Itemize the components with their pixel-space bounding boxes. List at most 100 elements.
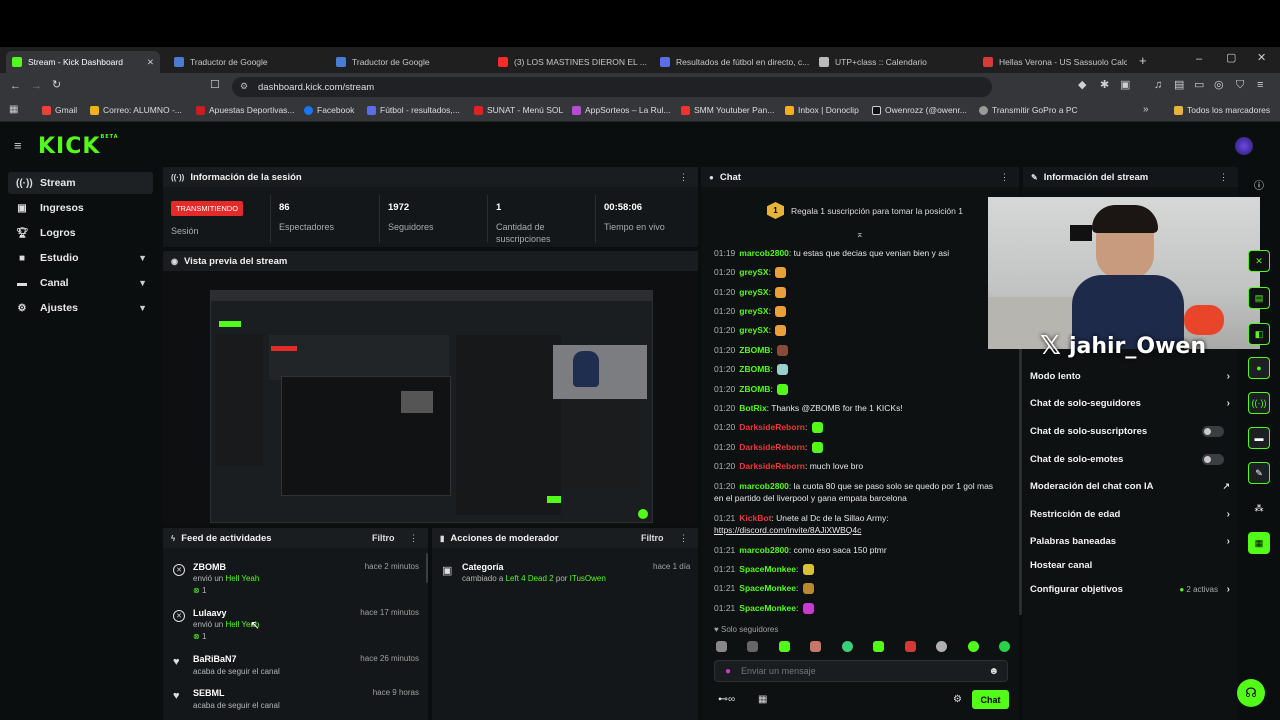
share-rail-icon[interactable]: ⁂ (1248, 497, 1270, 519)
tab-utp-class[interactable]: UTP+class :: Calendario (813, 51, 968, 73)
moderator-filter-button[interactable]: Filtro (641, 533, 664, 543)
hamburger-menu-icon[interactable]: ≡ (14, 139, 22, 152)
chat-input[interactable] (741, 666, 962, 676)
tab-hellas-verona[interactable]: Hellas Verona - US Sassuolo Calcio (977, 51, 1127, 73)
extension-icon[interactable]: ◆ (1078, 80, 1086, 91)
vpn-icon[interactable]: ◎ (1214, 80, 1224, 91)
minimize-icon[interactable]: – (1196, 54, 1202, 65)
close-tab-icon[interactable]: ✕ (147, 57, 154, 68)
emote[interactable] (747, 640, 759, 652)
tab-kick-dashboard[interactable]: Stream - Kick Dashboard ✕ (6, 51, 160, 73)
chat-username[interactable]: BotRix (739, 403, 766, 413)
chat-rail-icon[interactable]: ● (1248, 357, 1270, 379)
moderator-rail-icon[interactable]: ▬ (1248, 427, 1270, 449)
maximize-icon[interactable]: ▢ (1226, 53, 1236, 64)
broadcast-rail-icon[interactable]: ((·)) (1248, 392, 1270, 414)
chat-username[interactable]: marcob2800 (739, 545, 789, 555)
nav-item-logros[interactable]: 🏆︎ Logros (8, 222, 153, 244)
chat-username[interactable]: KickBot (739, 513, 771, 523)
bookmark-gopro[interactable]: Transmitir GoPro a PC (979, 105, 1078, 115)
chat-username[interactable]: greySX (739, 287, 768, 297)
microphone-icon[interactable]: ● (725, 666, 731, 677)
puzzle-icon[interactable]: ✱ (1100, 80, 1109, 91)
help-button[interactable]: ☊ (1237, 679, 1265, 707)
send-chat-button[interactable]: Chat (972, 690, 1009, 709)
setting-slow-mode[interactable]: Modo lento › (1030, 371, 1230, 382)
wallet-icon[interactable]: ▭ (1194, 80, 1204, 91)
nav-item-canal[interactable]: ▬ Canal ▼ (8, 272, 153, 294)
menu-icon[interactable]: ≡ (1257, 80, 1263, 91)
chat-link[interactable]: https://discord.com/invite/8AJiXWBQ4c (714, 525, 861, 535)
bookmark-icon[interactable]: ☐ (210, 80, 220, 91)
bookmark-apuestas[interactable]: Apuestas Deportivas... (196, 105, 295, 115)
activity-user[interactable]: SEBML (193, 688, 225, 698)
chat-username[interactable]: greySX (739, 306, 768, 316)
bookmark-donoclip[interactable]: Inbox | Donoclip (785, 105, 859, 115)
emote[interactable] (716, 640, 727, 652)
sidebar-icon[interactable]: ▤ (1174, 80, 1184, 91)
bookmark-smm[interactable]: SMM Youtuber Pan... (681, 105, 774, 115)
chat-username[interactable]: ZBOMB (739, 364, 770, 374)
address-bar[interactable]: ⚙ dashboard.kick.com/stream (232, 77, 992, 97)
chat-username[interactable]: marcob2800 (739, 481, 789, 491)
emote[interactable] (904, 640, 916, 652)
tab-futbol[interactable]: Resultados de fútbol en directo, c... (654, 51, 809, 73)
activity-user[interactable]: BaRiBaN7 (193, 654, 237, 664)
activity-user[interactable]: Lulaavy (193, 608, 227, 618)
bookmark-futbol[interactable]: Fútbol - resultados,... (367, 105, 460, 115)
chat-username[interactable]: SpaceMonkee (739, 603, 796, 613)
chat-username[interactable]: SpaceMonkee (739, 564, 796, 574)
apps-grid-icon[interactable]: ▦ (9, 105, 18, 115)
more-bookmarks-icon[interactable]: » (1143, 105, 1149, 115)
chat-username[interactable]: DarksideReborn (739, 442, 805, 452)
gift-icon[interactable]: ▦ (758, 694, 767, 705)
bookmark-tiktok[interactable]: Owenrozz (@owenr... (872, 105, 967, 115)
nav-item-estudio[interactable]: ■ Estudio ▼ (8, 247, 153, 269)
tab-translator-2[interactable]: Traductor de Google (330, 51, 490, 73)
chat-input-box[interactable]: ● ☻ (714, 660, 1008, 682)
stream-preview-video[interactable] (210, 290, 653, 523)
emote[interactable] (810, 640, 822, 652)
forward-icon[interactable]: → (31, 81, 42, 92)
chat-users-icon[interactable]: ⊷∞ (718, 694, 735, 705)
reload-icon[interactable]: ↻ (52, 80, 61, 91)
emote[interactable] (841, 640, 853, 652)
shield-icon[interactable]: ⛉ (1236, 80, 1244, 91)
subscribers-only-toggle[interactable] (1202, 426, 1224, 437)
wrench-rail-icon[interactable]: ✎ (1248, 462, 1270, 484)
chat-username[interactable]: greySX (739, 267, 768, 277)
bookmark-appsorteos[interactable]: AppSorteos – La Rul... (572, 105, 671, 115)
gift-sub-banner[interactable]: Regala 1 suscripción para tomar la posic… (791, 206, 963, 216)
chat-username[interactable]: ZBOMB (739, 384, 770, 394)
tab-translator-1[interactable]: Traductor de Google (168, 51, 328, 73)
emote[interactable] (998, 640, 1010, 652)
rail-button-2[interactable]: ▤ (1248, 287, 1270, 309)
setting-goals[interactable]: Configurar objetivos ● 2 activas › (1030, 584, 1230, 595)
kick-logo[interactable]: KICKBETA (38, 134, 119, 159)
more-options-icon[interactable]: ⋮ (1219, 172, 1228, 183)
setting-followers-only[interactable]: Chat de solo-seguidores › (1030, 398, 1230, 409)
chat-username[interactable]: DarksideReborn (739, 461, 805, 471)
emoji-icon[interactable]: ☻ (988, 666, 999, 677)
bookmark-sunat[interactable]: SUNAT - Menú SOL (474, 105, 563, 115)
emote[interactable] (778, 640, 790, 652)
setting-banned-words[interactable]: Palabras baneadas › (1030, 536, 1230, 547)
activity-scrollbar[interactable] (426, 553, 428, 583)
more-options-icon[interactable]: ⋮ (1000, 172, 1009, 183)
rail-button-3[interactable]: ◧ (1248, 323, 1270, 345)
chat-username[interactable]: ZBOMB (739, 345, 770, 355)
setting-ai-moderation[interactable]: Moderación del chat con IA ↗ (1030, 481, 1230, 492)
nav-item-ingresos[interactable]: ▣ Ingresos (8, 197, 153, 219)
all-bookmarks[interactable]: Todos los marcadores (1174, 105, 1270, 115)
activity-user[interactable]: ZBOMB (193, 562, 226, 572)
back-icon[interactable]: ← (10, 81, 21, 92)
setting-host-channel[interactable]: Hostear canal (1030, 560, 1230, 571)
chat-username[interactable]: DarksideReborn (739, 422, 805, 432)
emotes-only-toggle[interactable] (1202, 454, 1224, 465)
add-widget-rail-icon[interactable]: ▦ (1248, 532, 1270, 554)
chat-settings-icon[interactable]: ⚙ (953, 694, 962, 705)
bookmark-correo[interactable]: Correo: ALUMNO -... (90, 105, 182, 115)
chat-username[interactable]: marcob2800 (739, 248, 789, 258)
emote[interactable] (967, 640, 979, 652)
new-tab-icon[interactable]: + (1139, 54, 1147, 67)
